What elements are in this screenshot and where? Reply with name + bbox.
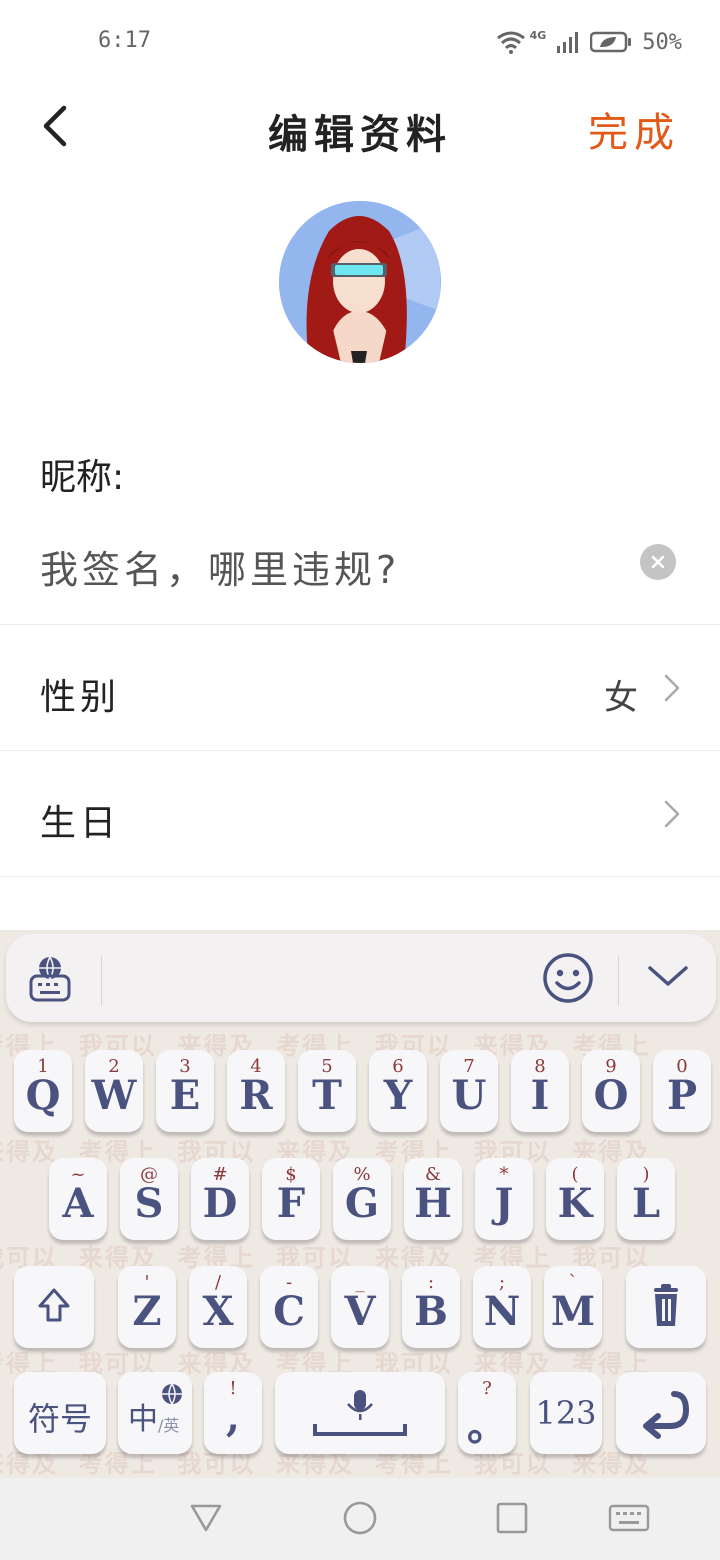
smiley-icon bbox=[543, 953, 593, 1003]
key-b[interactable]: :B bbox=[402, 1266, 460, 1348]
nickname-label: 昵称: bbox=[40, 457, 125, 498]
chevron-right-icon bbox=[664, 800, 680, 828]
key-h[interactable]: & H bbox=[404, 1158, 462, 1240]
trash-icon bbox=[654, 1284, 678, 1326]
nav-home-button[interactable] bbox=[342, 1500, 378, 1540]
hide-keyboard-button[interactable] bbox=[646, 964, 690, 994]
nav-keyboard-button[interactable] bbox=[608, 1500, 650, 1540]
birthday-row[interactable]: 生日 bbox=[0, 752, 720, 876]
gender-value: 女 bbox=[604, 678, 638, 718]
toolbar-separator bbox=[101, 956, 102, 1006]
network-type-label: 4G bbox=[529, 28, 547, 42]
key-j[interactable]: * J bbox=[475, 1158, 533, 1240]
key-c[interactable]: -C bbox=[260, 1266, 318, 1348]
keyboard-toolbar bbox=[6, 934, 716, 1022]
microphone-icon bbox=[313, 1390, 407, 1436]
nickname-input[interactable] bbox=[40, 536, 620, 596]
battery-percent: 50% bbox=[642, 29, 682, 55]
clear-input-button[interactable] bbox=[640, 544, 676, 580]
header: 编辑资料 完成 bbox=[0, 84, 720, 168]
done-button[interactable]: 完成 bbox=[588, 100, 680, 158]
circle-home-icon bbox=[343, 1501, 377, 1535]
delete-key[interactable] bbox=[626, 1266, 706, 1348]
keyboard-settings-button[interactable] bbox=[28, 954, 72, 1008]
chevron-right-icon bbox=[664, 674, 680, 702]
soft-keyboard: 考得上 我可以 来得及 考得上 我可以 来得及 考得上 来得及 考得上 我可以 … bbox=[0, 930, 720, 1478]
triangle-back-icon bbox=[190, 1504, 222, 1532]
signal-icon bbox=[557, 32, 579, 53]
system-nav-bar bbox=[0, 1478, 720, 1560]
divider bbox=[0, 750, 720, 751]
status-bar: 6:17 4G 50% bbox=[0, 0, 720, 84]
birthday-label: 生日 bbox=[40, 803, 121, 844]
key-p[interactable]: 0P bbox=[653, 1050, 711, 1132]
divider bbox=[0, 624, 720, 625]
status-icons: 4G 50% bbox=[496, 28, 682, 56]
language-toggle-key[interactable]: 中 /英 bbox=[118, 1372, 192, 1454]
battery-icon bbox=[590, 31, 632, 53]
avatar-image bbox=[279, 201, 441, 363]
shift-key[interactable] bbox=[14, 1266, 94, 1348]
key-y[interactable]: 6Y bbox=[369, 1050, 427, 1132]
key-i[interactable]: 8I bbox=[511, 1050, 569, 1132]
key-u[interactable]: 7U bbox=[440, 1050, 498, 1132]
key-o[interactable]: 9O bbox=[582, 1050, 640, 1132]
key-w[interactable]: 2W bbox=[85, 1050, 143, 1132]
space-key[interactable] bbox=[275, 1372, 445, 1454]
language-sub-label: /英 bbox=[158, 1416, 180, 1435]
key-r[interactable]: 4R bbox=[227, 1050, 285, 1132]
key-e[interactable]: 3E bbox=[156, 1050, 214, 1132]
key-f[interactable]: $ F bbox=[262, 1158, 320, 1240]
keyboard-icon bbox=[608, 1504, 650, 1532]
key-n[interactable]: ; N bbox=[473, 1266, 531, 1348]
status-time: 6:17 bbox=[98, 28, 151, 53]
key-z[interactable]: ' Z bbox=[118, 1266, 176, 1348]
toolbar-separator bbox=[618, 956, 619, 1006]
key-t[interactable]: 5T bbox=[298, 1050, 356, 1132]
key-v[interactable]: _ V bbox=[331, 1266, 389, 1348]
shift-arrow-icon bbox=[38, 1288, 70, 1322]
enter-arrow-icon bbox=[643, 1391, 690, 1439]
emoji-button[interactable] bbox=[542, 952, 594, 1008]
key-d[interactable]: # D bbox=[191, 1158, 249, 1240]
nickname-row bbox=[40, 536, 680, 596]
key-l[interactable]: ) L bbox=[617, 1158, 675, 1240]
avatar[interactable] bbox=[279, 201, 441, 363]
globe-icon bbox=[162, 1383, 182, 1406]
symbols-key[interactable]: 符号 bbox=[14, 1372, 106, 1454]
square-recents-icon bbox=[496, 1502, 528, 1534]
key-g[interactable]: % G bbox=[333, 1158, 391, 1240]
enter-key[interactable] bbox=[616, 1372, 706, 1454]
key-q[interactable]: 1Q bbox=[14, 1050, 72, 1132]
comma-key[interactable]: !, bbox=[204, 1372, 262, 1454]
numbers-key[interactable]: 123 bbox=[530, 1372, 602, 1454]
nav-back-button[interactable] bbox=[188, 1500, 224, 1540]
gender-label: 性别 bbox=[40, 677, 121, 718]
chevron-down-icon bbox=[648, 966, 688, 986]
gender-row[interactable]: 性别 女 bbox=[0, 626, 720, 750]
key-s[interactable]: @ S bbox=[120, 1158, 178, 1240]
key-a[interactable]: ~ A bbox=[49, 1158, 107, 1240]
divider bbox=[0, 876, 720, 877]
close-icon bbox=[651, 555, 665, 569]
wifi-icon bbox=[496, 31, 525, 54]
period-key[interactable]: ?。 bbox=[458, 1372, 516, 1454]
key-x[interactable]: / X bbox=[189, 1266, 247, 1348]
keyboard-globe-icon bbox=[29, 956, 71, 1002]
key-k[interactable]: (K bbox=[546, 1158, 604, 1240]
language-main-label: 中 bbox=[128, 1402, 158, 1437]
key-m[interactable]: ` M bbox=[544, 1266, 602, 1348]
nav-recents-button[interactable] bbox=[494, 1500, 530, 1540]
